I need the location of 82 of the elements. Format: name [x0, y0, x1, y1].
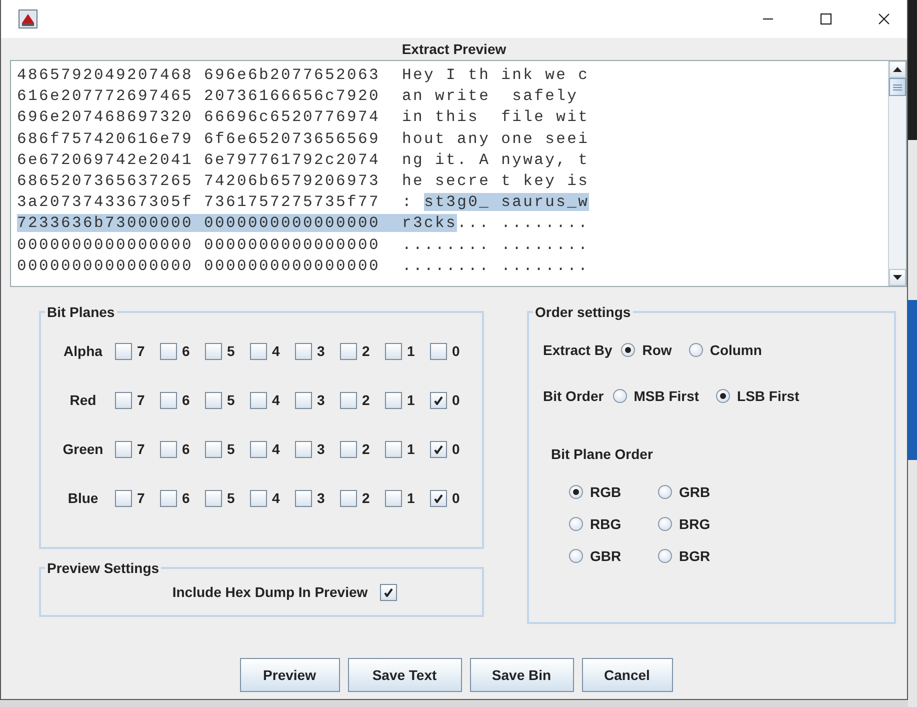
checkbox[interactable]: 3	[295, 438, 340, 460]
checkbox[interactable]: 5	[205, 487, 250, 509]
checkbox[interactable]: 6	[160, 487, 205, 509]
dialog-button[interactable]: Cancel	[582, 658, 672, 692]
checkbox[interactable]: 2	[340, 438, 385, 460]
check-icon	[434, 494, 443, 502]
checkbox[interactable]: 7	[115, 487, 160, 509]
checkbox[interactable]: 4	[250, 438, 295, 460]
checkbox[interactable]: 4	[250, 487, 295, 509]
vertical-scrollbar[interactable]	[888, 61, 906, 286]
checkbox[interactable]: 1	[385, 438, 430, 460]
checkbox[interactable]: 4	[250, 340, 295, 362]
group-title: Preview Settings	[46, 560, 160, 576]
checkbox[interactable]: 4	[250, 389, 295, 411]
hex-dump-line: 6865207365637265 74206b6579206973 he secre t key is	[17, 171, 590, 192]
up-arrow-icon	[893, 67, 902, 72]
radio-option[interactable]: Row	[621, 342, 672, 358]
radio-option[interactable]: LSB First	[716, 388, 800, 404]
preview-text-area[interactable]	[10, 60, 907, 287]
checkbox[interactable]: 2	[340, 487, 385, 509]
checkbox[interactable]: Include Hex Dump In Preview	[172, 581, 397, 603]
field-label: Bit Order	[543, 388, 604, 404]
close-icon	[878, 13, 890, 25]
checkbox[interactable]: 1	[385, 487, 430, 509]
checkbox[interactable]: 1	[385, 389, 430, 411]
checkbox[interactable]: 5	[205, 389, 250, 411]
group-title: Bit Planes	[46, 304, 116, 320]
dialog-heading: Extract Preview	[400, 40, 508, 59]
checkbox[interactable]: 5	[205, 340, 250, 362]
scroll-down-button[interactable]	[889, 269, 906, 286]
group-title: Order settings	[534, 304, 632, 320]
checkbox[interactable]: 0	[430, 438, 475, 460]
field-label: Bit Plane Order	[551, 446, 653, 462]
radio-option[interactable]: BGR	[658, 548, 737, 564]
maximize-icon	[820, 13, 832, 25]
dialog-button[interactable]: Save Bin	[470, 658, 574, 692]
app-icon	[18, 9, 38, 29]
checkbox[interactable]: 5	[205, 438, 250, 460]
checkbox[interactable]: 7	[115, 340, 160, 362]
radio-option[interactable]: GBR	[569, 548, 648, 564]
check-icon	[434, 396, 443, 404]
scroll-up-button[interactable]	[889, 61, 906, 78]
radio-option[interactable]: RBG	[569, 516, 648, 532]
hex-dump-line: 4865792049207468 696e6b2077652063 Hey I th ink we c	[17, 65, 590, 86]
checkbox[interactable]: 0	[430, 340, 475, 362]
down-arrow-icon	[893, 275, 902, 280]
checkbox[interactable]: 3	[295, 340, 340, 362]
channel-label: Red	[68, 392, 98, 408]
hex-dump-line: 6e672069742e2041 6e797761792c2074 ng it. A nyway, t	[17, 150, 590, 171]
radio-option[interactable]: RGB	[569, 484, 648, 500]
hex-dump-line: 696e207468697320 66696c6520776974 in this file wit	[17, 107, 590, 128]
grip-icon	[893, 84, 902, 90]
dialog-button[interactable]: Preview	[240, 658, 340, 692]
hex-dump-line: 686f757420616e79 6f6e652073656569 hout any one seei	[17, 128, 590, 150]
radio-option[interactable]: MSB First	[612, 388, 700, 404]
checkbox[interactable]: 6	[160, 438, 205, 460]
check-icon	[434, 444, 443, 454]
hex-dump-line: 616e207772697465 20736166656c7920 an write safely	[17, 86, 580, 108]
scroll-thumb[interactable]	[889, 78, 906, 96]
checkbox[interactable]: 0	[430, 389, 475, 411]
checkbox[interactable]: 0	[430, 487, 475, 509]
checkbox[interactable]: 2	[340, 340, 385, 362]
checkbox[interactable]: 3	[295, 389, 340, 411]
dialog-button[interactable]: Save Text	[348, 658, 462, 692]
radio-option[interactable]: Column	[688, 342, 762, 358]
channel-label: Alpha	[62, 343, 104, 359]
field-label: Extract By	[543, 342, 612, 358]
checkbox[interactable]: 6	[160, 389, 205, 411]
checkbox[interactable]: 6	[160, 340, 205, 362]
check-icon	[384, 588, 393, 596]
hex-dump-line: 0000000000000000 0000000000000000 ........ ........	[17, 234, 590, 256]
hex-dump-line: 0000000000000000 0000000000000000 ........ ........	[17, 256, 590, 277]
radio-option[interactable]: BRG	[658, 516, 737, 532]
channel-label: Blue	[66, 490, 100, 506]
hex-dump-line: 3a2073743367305f 7361757275735f77 : st3g0_ saurus_w	[17, 192, 590, 214]
checkbox[interactable]: 1	[385, 340, 430, 362]
checkbox[interactable]: 7	[115, 438, 160, 460]
channel-label: Green	[62, 441, 104, 457]
checkbox[interactable]: 7	[115, 389, 160, 411]
radio-option[interactable]: GRB	[658, 484, 737, 500]
checkbox[interactable]: 3	[295, 487, 340, 509]
checkbox[interactable]: 2	[340, 389, 385, 411]
